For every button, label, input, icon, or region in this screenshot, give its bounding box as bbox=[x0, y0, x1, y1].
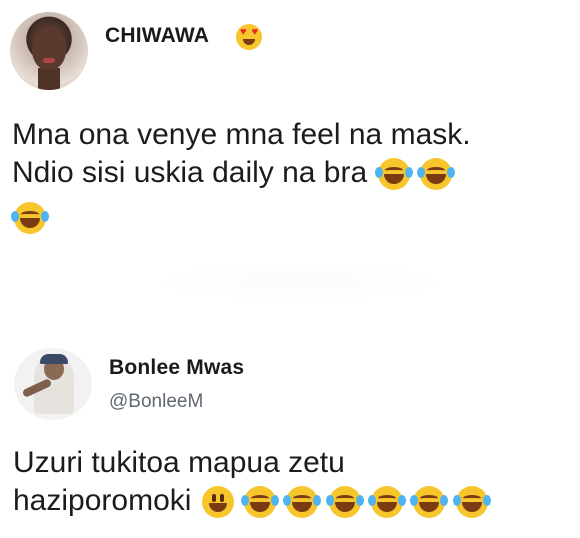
tears-of-joy-emoji-icon bbox=[374, 158, 413, 191]
avatar-bonlee[interactable] bbox=[14, 348, 92, 420]
author-name[interactable]: Bonlee Mwas bbox=[109, 356, 244, 380]
avatar-chiwawa[interactable] bbox=[10, 12, 88, 90]
avatar-face bbox=[32, 26, 66, 70]
divider-smudge bbox=[150, 262, 450, 302]
tears-of-joy-emoji-icon bbox=[283, 486, 322, 519]
post-text: Uzuri tukitoa mapua zetu haziporomoki bbox=[13, 444, 573, 520]
avatar-lips bbox=[43, 58, 55, 63]
tears-of-joy-emoji-icon bbox=[241, 486, 280, 519]
heart-eyes-emoji-icon bbox=[236, 24, 262, 50]
tears-of-joy-emoji-icon bbox=[452, 486, 491, 519]
post-text-line-3 bbox=[11, 202, 49, 234]
tears-of-joy-emoji-icon bbox=[368, 486, 407, 519]
post-text-line-1: Mna ona venye mna feel na mask. bbox=[12, 118, 471, 151]
post-text-line-2: haziporomoki bbox=[13, 482, 573, 520]
avatar-cap bbox=[40, 354, 68, 364]
tears-of-joy-emoji-icon bbox=[410, 486, 449, 519]
avatar-neck bbox=[38, 68, 60, 90]
post-text-line-1: Uzuri tukitoa mapua zetu bbox=[13, 446, 345, 479]
post-text: Mna ona venye mna feel na mask. Ndio sis… bbox=[12, 116, 572, 192]
tears-of-joy-emoji-icon bbox=[11, 202, 49, 234]
grinning-emoji-icon bbox=[201, 486, 234, 519]
author-handle[interactable]: @BonleeM bbox=[109, 391, 203, 413]
tears-of-joy-emoji-icon bbox=[416, 158, 455, 191]
post-text-line-2-words: Ndio sisi uskia daily na bra bbox=[12, 156, 368, 189]
post-text-line-2-words: haziporomoki bbox=[13, 484, 192, 517]
author-name[interactable]: CHIWAWA bbox=[105, 24, 209, 48]
post-text-line-2: Ndio sisi uskia daily na bra bbox=[12, 154, 572, 192]
tears-of-joy-emoji-icon bbox=[325, 486, 364, 519]
